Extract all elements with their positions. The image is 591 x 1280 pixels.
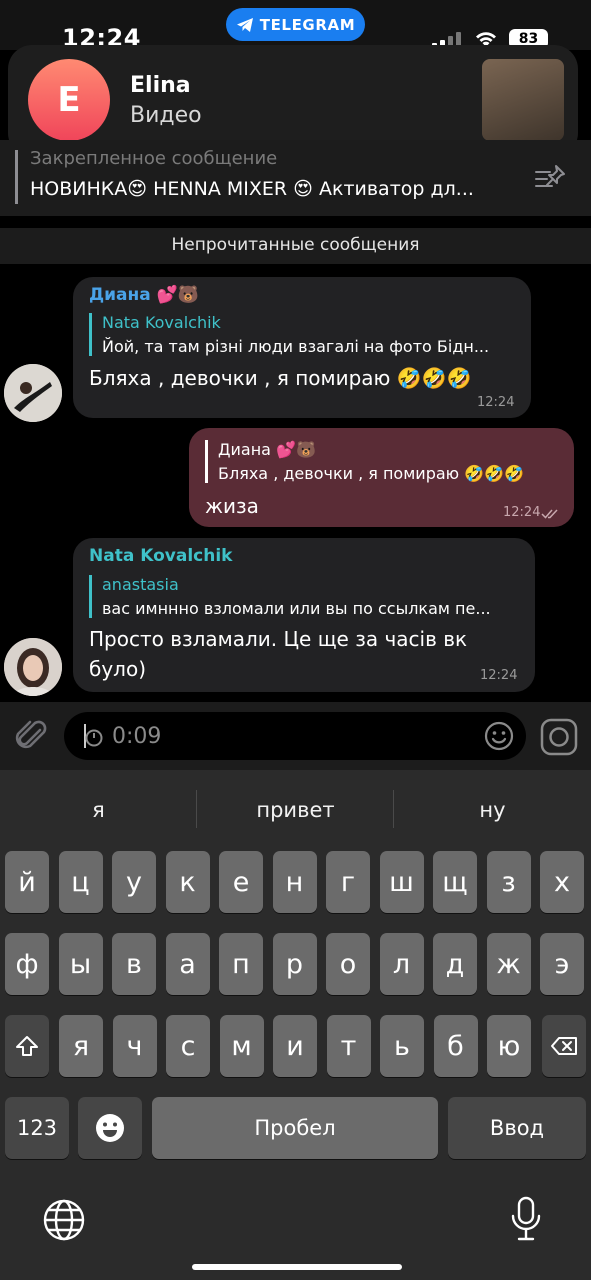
letter-key[interactable]: д [433,933,477,995]
letter-key[interactable]: ш [379,851,424,913]
letter-key[interactable]: щ [433,851,477,913]
reply-text: Бляха , девочки , я помираю 🤣🤣🤣 [218,464,524,483]
letter-key[interactable]: т [326,1015,371,1077]
emoji-icon [96,1114,124,1142]
suggestion-item[interactable]: привет [197,790,394,830]
suggestion-item[interactable]: я [0,790,197,830]
video-message-icon[interactable] [540,718,578,756]
reply-quote[interactable]: Диана 💕🐻 Бляха , девочки , я помираю 🤣🤣🤣 [205,440,557,483]
microphone-icon[interactable] [510,1196,542,1242]
numbers-key[interactable]: 123 [5,1097,69,1159]
pin-list-icon[interactable] [534,162,568,192]
message-text: Бляха , девочки , я помираю 🤣🤣🤣 [89,366,472,390]
letter-key[interactable]: о [326,933,370,995]
notification-avatar: E [28,59,110,141]
letter-key[interactable]: ь [380,1015,424,1077]
message-text-line: було) [89,657,146,681]
letter-key[interactable]: а [165,933,210,995]
letter-key[interactable]: е [219,851,263,913]
letter-key[interactable]: э [540,933,584,995]
shift-icon [16,1036,38,1056]
notification-video-thumbnail [482,59,564,141]
reply-quote[interactable]: Nata Kovalchik Йой, та там різні люди вз… [89,313,513,356]
backspace-icon [551,1037,577,1055]
message-text: жиза [205,494,259,518]
letter-key[interactable]: в [112,933,156,995]
suggestion-item[interactable]: ну [394,790,591,830]
message-sender[interactable]: Nata Kovalchik [89,546,232,566]
reply-text: вас имннно взломали или вы по ссылкам пе… [102,599,491,618]
letter-key[interactable]: н [272,851,317,913]
letter-key[interactable]: у [112,851,156,913]
letter-key[interactable]: ц [58,851,103,913]
message-input-bar: 0:09 [0,702,591,770]
reply-author: Диана 💕🐻 [218,440,316,459]
telegram-pill[interactable]: TELEGRAM [226,8,365,41]
message-time: 12:24 [503,505,541,520]
status-bar: 12:24 TELEGRAM 83 [0,0,591,52]
timer-icon [85,729,103,747]
keyboard: я привет ну йцукенгшщзх фывапролджэ ячсм… [0,770,591,1280]
message-time: 12:24 [477,395,515,410]
letter-key[interactable]: ф [5,933,49,995]
message-text-line: Просто взламали. Це ще за часів вк [89,627,468,651]
space-key[interactable]: Пробел [152,1097,438,1159]
telegram-pill-label: TELEGRAM [259,15,356,34]
message-sender[interactable]: Диана 💕🐻 [89,285,199,305]
avatar-nata[interactable] [4,638,62,696]
letter-key[interactable]: с [166,1015,210,1077]
message-bubble-incoming[interactable]: Nata Kovalchik anastasia вас имннно взло… [73,538,535,692]
message-bubble-outgoing[interactable]: Диана 💕🐻 Бляха , девочки , я помираю 🤣🤣🤣… [189,428,574,527]
return-key[interactable]: Ввод [448,1097,586,1159]
notification-text: Видео [130,103,202,128]
letter-key[interactable]: к [165,851,210,913]
reply-author: anastasia [102,575,179,594]
backspace-key[interactable] [542,1015,586,1077]
letter-key[interactable]: й [5,851,49,913]
pinned-title: Закрепленное сообщение [30,148,278,169]
message-time: 12:24 [480,668,518,683]
letter-key[interactable]: и [273,1015,317,1077]
unread-messages-divider: Непрочитанные сообщения [0,228,591,264]
notification-sender: Elina [130,73,191,98]
letter-key[interactable]: ю [487,1015,531,1077]
letter-key[interactable]: ж [486,933,531,995]
letter-key[interactable]: ы [58,933,103,995]
reply-text: Йой, та там різні люди взагалі на фото Б… [102,337,490,356]
read-checkmarks-icon [541,509,558,519]
sticker-emoji-icon[interactable] [484,721,514,751]
letter-key[interactable]: п [219,933,263,995]
home-indicator [192,1264,402,1270]
letter-key[interactable]: з [486,851,531,913]
recording-duration: 0:09 [112,724,162,749]
letter-key[interactable]: р [272,933,317,995]
globe-icon[interactable] [42,1198,86,1242]
reply-author: Nata Kovalchik [102,313,221,332]
reply-quote[interactable]: anastasia вас имннно взломали или вы по … [89,575,517,618]
letter-key[interactable]: ч [112,1015,157,1077]
letter-key[interactable]: м [219,1015,264,1077]
pinned-text: НОВИНКА😍 HENNA MIXER 😍 Активатор дл... [30,178,474,200]
letter-key[interactable]: л [379,933,424,995]
pinned-message[interactable]: Закрепленное сообщение НОВИНКА😍 HENNA MI… [0,140,591,216]
letter-key[interactable]: х [540,851,584,913]
attach-icon[interactable] [14,716,50,756]
message-bubble-incoming[interactable]: Диана 💕🐻 Nata Kovalchik Йой, та там різн… [73,277,531,418]
letter-key[interactable]: я [59,1015,103,1077]
pinned-indicator [15,150,18,204]
telegram-icon [236,17,253,32]
letter-key[interactable]: г [326,851,370,913]
letter-key[interactable]: б [433,1015,478,1077]
avatar-diana[interactable] [4,364,62,422]
message-input-field[interactable]: 0:09 [64,712,526,760]
shift-key[interactable] [5,1015,49,1077]
emoji-key[interactable] [78,1097,142,1159]
